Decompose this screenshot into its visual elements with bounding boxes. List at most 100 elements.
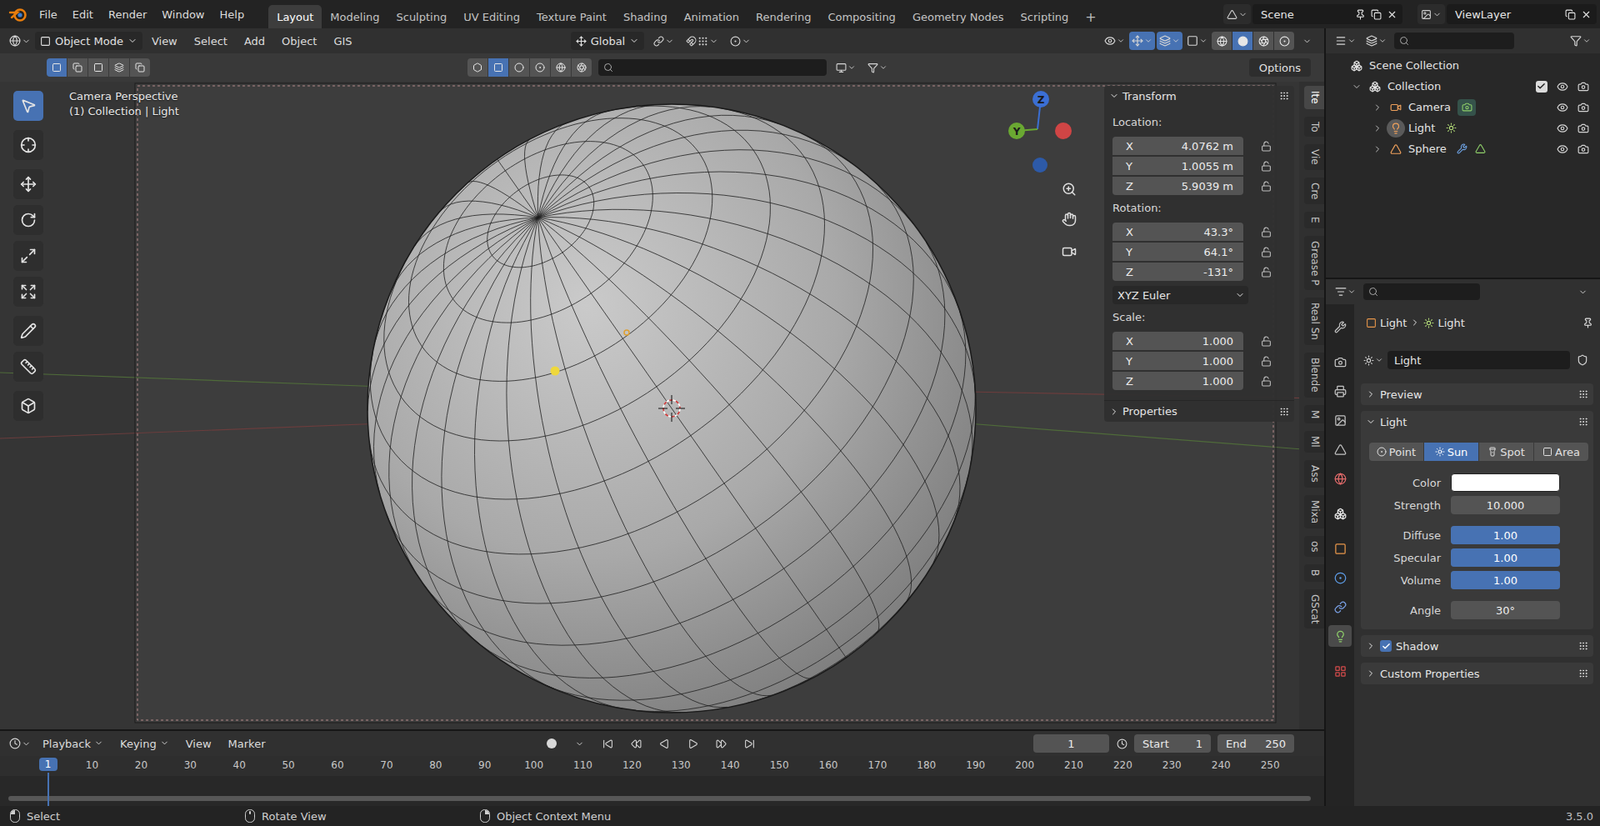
menu-item[interactable]: Edit	[65, 5, 101, 25]
outliner-row[interactable]: Sphere	[1368, 138, 1600, 160]
menu-item[interactable]: Window	[154, 5, 212, 25]
number-field[interactable]: Y1.000	[1112, 351, 1244, 370]
number-field[interactable]: Y1.0055 m	[1112, 156, 1244, 175]
workspace-tab[interactable]: Geometry Nodes	[904, 5, 1013, 29]
collection-tab[interactable]	[1328, 502, 1352, 525]
panel-header[interactable]: Preview	[1360, 383, 1594, 405]
panel-header[interactable]: Shadow	[1360, 635, 1594, 657]
light_data-icon[interactable]	[1441, 120, 1460, 137]
shadow-checkbox[interactable]	[1380, 640, 1392, 652]
globe-view-button[interactable]	[550, 58, 571, 77]
lock-button[interactable]	[1253, 140, 1279, 152]
lock-button[interactable]	[1253, 355, 1279, 367]
light-type-button[interactable]: Area	[1534, 442, 1589, 461]
filter-button[interactable]	[865, 58, 890, 77]
workspace-tab[interactable]: Sculpting	[387, 5, 455, 29]
render-toggle[interactable]	[1572, 80, 1594, 93]
lock-button[interactable]	[1253, 160, 1279, 172]
lock-button[interactable]	[1253, 226, 1279, 238]
panel-header[interactable]: Custom Properties	[1360, 662, 1594, 685]
slider-field[interactable]: 1.00	[1450, 548, 1560, 567]
hexagon-view-button[interactable]	[467, 58, 488, 77]
current-frame-marker[interactable]: 1	[39, 757, 58, 771]
outliner-search[interactable]	[1394, 32, 1515, 50]
zoom-button[interactable]	[1056, 176, 1082, 202]
cursor-tool[interactable]	[13, 130, 44, 160]
color-swatch[interactable]	[1450, 473, 1560, 492]
scene-tab[interactable]	[1328, 438, 1352, 460]
data-tab[interactable]	[1328, 625, 1352, 647]
number-field[interactable]: X43.3°	[1112, 222, 1244, 241]
sidebar-tab[interactable]: Ite	[1304, 85, 1325, 110]
display-filter-button[interactable]	[833, 58, 859, 77]
number-field[interactable]: 30°	[1450, 600, 1560, 620]
timeline-menu[interactable]: View	[178, 735, 220, 753]
keying-options-button[interactable]	[569, 734, 591, 753]
number-field[interactable]: 10.000	[1450, 495, 1560, 515]
number-field[interactable]: X1.000	[1112, 331, 1244, 350]
sidebar-tab[interactable]: To	[1304, 116, 1325, 138]
editor-type-button[interactable]	[6, 31, 34, 50]
output-tab[interactable]	[1328, 380, 1352, 402]
start-frame-field[interactable]: Start1	[1134, 734, 1211, 753]
select-subtract-button[interactable]	[88, 58, 109, 77]
current-frame-field[interactable]: 1	[1033, 734, 1110, 753]
shading-options-button[interactable]	[1295, 31, 1318, 50]
scene-field[interactable]: Scene	[1252, 4, 1403, 25]
auto-key-button[interactable]	[540, 734, 563, 753]
jump-end-button[interactable]	[739, 734, 761, 753]
outliner-row[interactable]: Collection	[1347, 75, 1600, 97]
header-menu[interactable]: GIS	[325, 32, 360, 50]
pivot-button[interactable]	[650, 31, 677, 50]
workspace-tab[interactable]: Layout	[268, 5, 322, 29]
add_cube-tool[interactable]	[13, 390, 44, 421]
lock-button[interactable]	[1253, 266, 1279, 278]
scene-browse-button[interactable]	[1223, 4, 1251, 25]
sidebar-tab[interactable]: Vie	[1304, 144, 1325, 170]
sidebar-tab[interactable]: Mixa	[1304, 495, 1325, 529]
object-tab[interactable]	[1328, 537, 1352, 560]
sidebar-tab[interactable]: B	[1304, 564, 1325, 581]
dot-view-button[interactable]	[530, 58, 550, 77]
workspace-tab[interactable]: Texture Paint	[528, 5, 615, 29]
add-workspace-button[interactable]: +	[1076, 5, 1105, 29]
transform-tool[interactable]	[13, 276, 44, 307]
workspace-tab[interactable]: Compositing	[819, 5, 905, 29]
number-field[interactable]: Z1.000	[1112, 371, 1244, 390]
header-menu[interactable]: Add	[236, 32, 273, 50]
display-mode-button[interactable]	[1363, 31, 1390, 50]
editor-type-button[interactable]	[6, 734, 34, 753]
editor-type-button[interactable]	[1332, 31, 1359, 50]
sidebar-tab[interactable]: Cre	[1304, 177, 1325, 205]
navigation-gizmo[interactable]: ZY	[1008, 90, 1072, 173]
circle-view-button[interactable]	[509, 58, 530, 77]
visibility-toggle[interactable]	[1101, 31, 1128, 50]
camera_data-icon[interactable]	[1457, 99, 1476, 116]
expand-toggle[interactable]	[1368, 102, 1387, 113]
tool-tab[interactable]	[1328, 315, 1352, 338]
preview-range-button[interactable]	[1110, 734, 1133, 753]
menu-item[interactable]: Help	[212, 5, 253, 25]
lock-button[interactable]	[1253, 335, 1279, 347]
orientation-dropdown[interactable]: Global	[570, 31, 645, 50]
outliner-row[interactable]: Camera	[1368, 96, 1600, 118]
end-frame-field[interactable]: End250	[1217, 734, 1295, 753]
slider-field[interactable]: 1.00	[1450, 570, 1560, 590]
square-view-button[interactable]	[488, 58, 509, 77]
view-layer-field[interactable]: ViewLayer	[1446, 4, 1597, 25]
number-field[interactable]: X4.0762 m	[1112, 136, 1244, 155]
mode-dropdown[interactable]: Object Mode	[35, 31, 143, 50]
properties-search[interactable]	[1363, 283, 1480, 300]
visibility-toggle[interactable]	[1551, 80, 1573, 93]
fake-user-button[interactable]	[1571, 350, 1594, 370]
editor-type-button[interactable]	[1332, 282, 1359, 301]
measure-tool[interactable]	[13, 351, 44, 382]
expand-toggle[interactable]	[1368, 144, 1387, 155]
gizmos-toggle[interactable]	[1129, 31, 1155, 50]
header-menu[interactable]: Object	[274, 32, 325, 50]
visibility-toggle[interactable]	[1551, 122, 1573, 135]
lock-button[interactable]	[1253, 375, 1279, 387]
material-shading-button[interactable]	[1253, 31, 1274, 50]
light-type-button[interactable]: Point	[1369, 442, 1424, 461]
exclude-checkbox[interactable]	[1535, 80, 1548, 93]
